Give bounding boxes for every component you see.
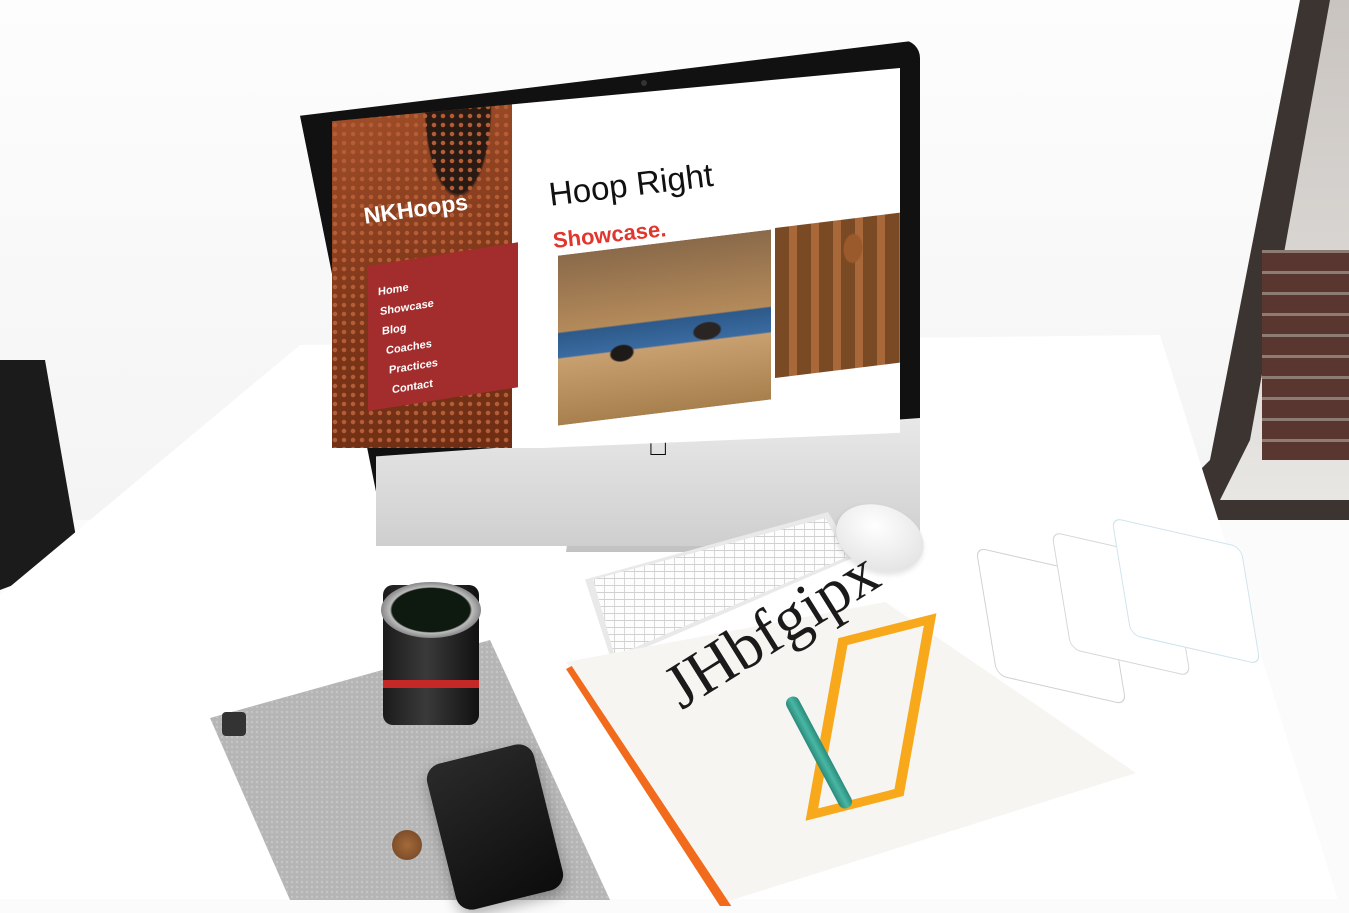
wooden-button — [392, 830, 422, 860]
monitor-screen: NKHoops Home Showcase Blog Coaches Pract… — [332, 68, 900, 448]
nav-item-blog[interactable]: Blog — [382, 322, 406, 338]
felt-tag-icon — [222, 712, 246, 736]
showcase-photo-shot[interactable] — [775, 212, 900, 378]
nav-item-home[interactable]: Home — [378, 282, 409, 299]
nav-item-showcase[interactable]: Showcase — [380, 298, 434, 319]
brick-wall-outside — [1262, 250, 1349, 460]
nav-item-contact[interactable]: Contact — [392, 378, 433, 396]
nav-item-practices[interactable]: Practices — [389, 357, 438, 377]
lens-mug-red-ring — [383, 680, 479, 688]
nav-menu: Home Showcase Blog Coaches Practices Con… — [368, 242, 518, 411]
lens-mug-rim — [381, 582, 481, 638]
showcase-photo-gym[interactable] — [555, 226, 774, 429]
nav-item-coaches[interactable]: Coaches — [386, 338, 432, 357]
